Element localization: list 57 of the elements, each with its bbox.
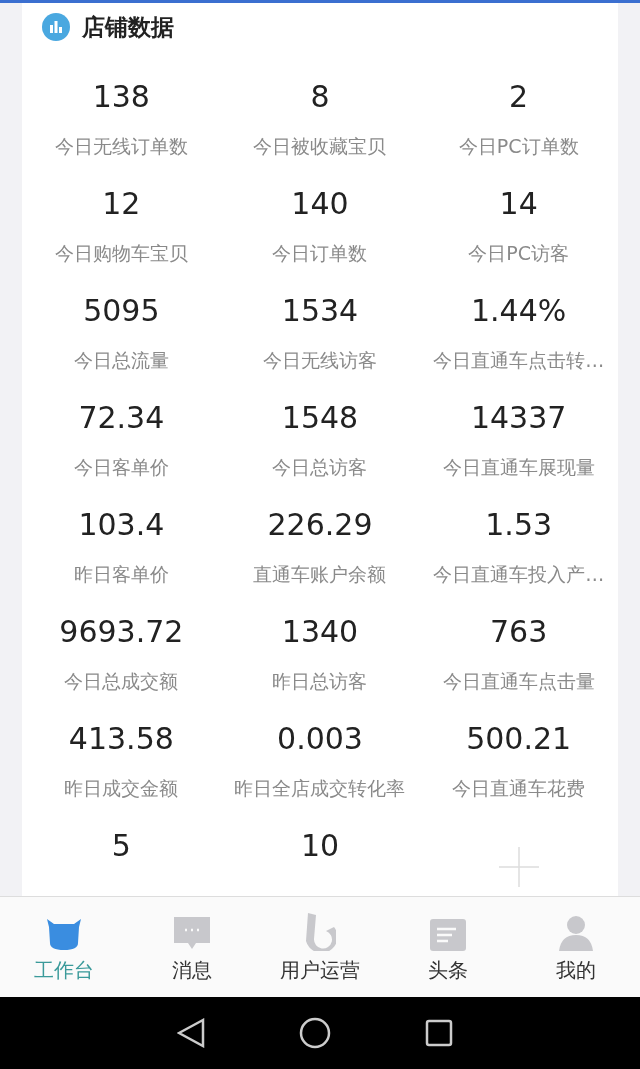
stat-value: 10 [300,827,340,865]
stat-value: 500.21 [466,720,572,758]
stat-value: 1340 [281,613,359,651]
stat-label: 昨日总访客 [272,669,368,694]
recents-icon[interactable] [425,1019,453,1047]
stat-value: 8 [310,78,330,116]
nav-tab[interactable]: 消息 [128,897,256,997]
stat-label: 今日直通车点击转… [433,348,605,373]
stat-label: 今日总流量 [73,348,169,373]
stat-value: 140 [291,185,349,223]
stat-label: 昨日全店成交转化率 [234,776,406,801]
stat-value: 14 [499,185,538,223]
stat-value: 1548 [281,399,359,437]
chat-icon [174,915,210,951]
stat-label: 今日直通车展现量 [442,455,595,480]
person-icon [559,915,593,951]
stat-label: 今日订单数 [272,241,368,266]
bar-chart-icon [42,13,70,41]
nav-tab[interactable]: 头条 [384,897,512,997]
stat-value: 226.29 [267,506,373,544]
stat-label: 今日直通车点击量 [442,669,595,694]
home-icon[interactable] [299,1017,331,1049]
logo-icon [304,913,336,951]
stat-value: 413.58 [68,720,174,758]
stat-value: 5095 [83,292,160,330]
card-title: 店铺数据 [82,12,174,42]
stat-label: 今日直通车投入产… [433,562,605,587]
stat-label: 今日无线订单数 [54,134,188,159]
nav-tab[interactable]: 用户运营 [256,897,384,997]
stat-label: 今日客单价 [73,455,169,480]
stat-value: 14337 [470,399,567,437]
stat-label: 今日直通车花费 [452,776,586,801]
stat-value: 138 [92,78,150,116]
stat-label: 直通车账户余额 [253,562,387,587]
stat-value: 9693.72 [59,613,184,651]
stat-label: 今日无线访客 [263,348,377,373]
stat-value: 763 [490,613,548,651]
stat-value: 12 [102,185,141,223]
stat-label: 今日被收藏宝贝 [253,134,387,159]
nav-tab[interactable]: 我的 [512,897,640,997]
stat-label: 今日购物车宝贝 [54,241,188,266]
stat-value: 1534 [281,292,359,330]
stat-label: 昨日客单价 [73,562,169,587]
stat-value: 72.34 [78,399,165,437]
stat-label: 今日总访客 [272,455,368,480]
stat-value: 2 [509,78,529,116]
stat-label: 今日PC订单数 [458,134,579,159]
stat-value: 1.44% [471,292,567,330]
stat-value: 5 [111,827,131,865]
stat-label: 昨日成交金额 [64,776,179,801]
stat-value: 103.4 [78,506,165,544]
stat-label: 今日PC访客 [468,241,570,266]
news-icon [430,919,466,951]
stat-value: 1.53 [485,506,553,544]
stat-value: 0.003 [277,720,363,758]
back-icon[interactable] [177,1018,205,1048]
stat-label: 今日总成交额 [64,669,179,694]
